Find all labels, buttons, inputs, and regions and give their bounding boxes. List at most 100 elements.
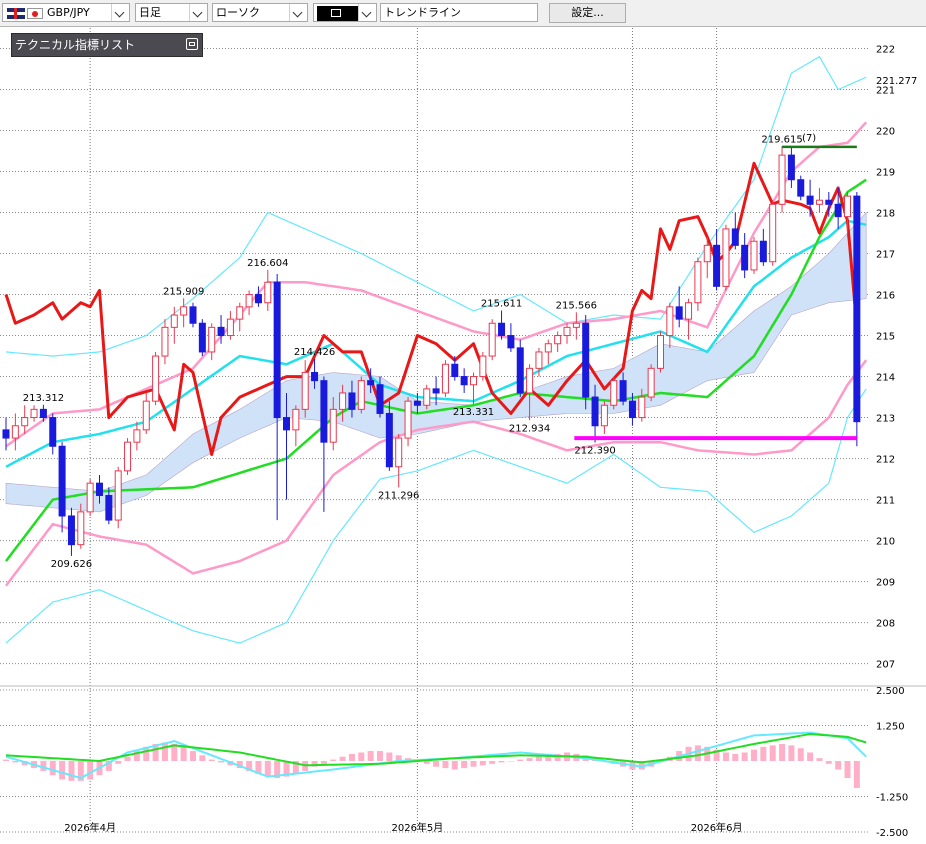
candle [273,274,281,521]
candle-body [759,240,767,263]
candle [395,433,403,488]
candle-body [844,195,851,218]
candle-body [460,376,468,386]
restore-window-icon[interactable] [186,38,198,50]
price-tick-label: 218 [876,209,895,220]
candle-body [301,371,309,410]
candle-body [152,355,160,402]
osc-tick-label: -1.250 [876,793,908,804]
oscillator-bar [49,761,56,776]
candle-body [441,363,449,394]
candle-body [600,404,608,427]
price-tick-label: 216 [876,291,895,302]
oscillator-bar [470,761,477,767]
candle-body [526,367,534,394]
candle [797,175,805,201]
indicator-list-panel[interactable]: テクニカル指標リスト [11,33,203,57]
candle [488,319,496,361]
candle-body [834,203,842,218]
candle [11,413,19,451]
price-data-label: 212.390 [574,446,615,457]
price-data-label: 211.296 [378,490,419,501]
oscillator-bar [517,759,524,761]
candle-body [21,417,29,427]
candle-body [105,494,113,521]
oscillator-bar [348,753,355,761]
date-tick-label: 2026年5月 [391,821,443,834]
candle [460,368,468,393]
price-data-label: 213.312 [23,393,64,404]
oscillator-bar [769,745,776,761]
candle [152,351,160,406]
candle-body [77,511,85,546]
candle [86,479,94,516]
candle-body [750,240,758,271]
candle-body [741,244,749,271]
price-data-label: 214.426 [294,347,335,358]
candle-body [226,318,234,337]
oscillator-bar [190,751,196,761]
price-data-label: 216.604 [247,258,288,269]
candle-body [189,306,197,324]
candle-body [479,355,487,378]
indicator-list-label: テクニカル指標リスト [15,38,136,52]
candle [815,187,823,213]
candle-body [554,335,562,345]
price-data-label: 215.909 [163,286,204,297]
candle-body [563,326,571,337]
candle-body [208,326,216,353]
price-tick-label: 219 [876,168,895,179]
ichimoku-cloud [5,211,867,513]
candle-body [142,400,150,431]
oscillator-bar [386,752,393,761]
candle-body [404,400,412,439]
chart-area[interactable]: (7) 213.312 209.626 215.909 216.604 214.426 2… [0,0,926,844]
oscillator-bar [218,761,225,763]
price-data-label: 213.331 [453,407,494,418]
oscillator-bar [208,759,215,761]
candle-body [11,425,19,439]
osc-tick-label: 2.500 [876,686,905,697]
candle-body [853,195,861,423]
candle-body [283,417,290,431]
oscillator-bar [807,752,814,761]
candle [507,323,515,352]
candle-body [787,154,795,181]
candle [236,302,244,332]
candle [582,315,590,410]
candle-body [30,408,38,419]
candle-body [675,306,683,320]
price-axis: 222 221 220 219 218 217 216 215 214 213 212 211 210 2… [876,45,917,839]
candle-body [236,306,244,320]
price-tick-label: 220 [876,127,895,138]
candle-body [451,363,459,378]
oscillator-bar [124,756,131,761]
candle [357,376,365,414]
candle-body [292,408,300,431]
oscillator-bar [732,753,739,761]
candle-body [86,482,94,513]
price-tick-label: 212 [876,455,895,466]
candle-body [685,302,693,320]
candle [432,376,440,406]
oscillator-bar [507,761,514,762]
candle [198,319,206,357]
oscillator-bar [264,761,271,777]
candle-body [39,408,47,419]
oscillator-bar [694,745,701,761]
oscillator-bar [339,756,346,761]
oscillator-bar [12,761,19,763]
candle-body [161,326,169,357]
candle [142,392,150,434]
oscillator-bar [320,761,327,764]
candle [713,228,721,291]
oscillator-bar [115,761,122,764]
candle-body [264,281,272,304]
oscillator-bar [199,755,206,761]
oscillator-bar [161,742,168,761]
candle-body [395,437,403,468]
candle-body [114,470,122,521]
oscillator-bar [367,751,374,761]
oscillator-bar [377,751,383,761]
price-data-label: 215.611 [481,298,522,309]
